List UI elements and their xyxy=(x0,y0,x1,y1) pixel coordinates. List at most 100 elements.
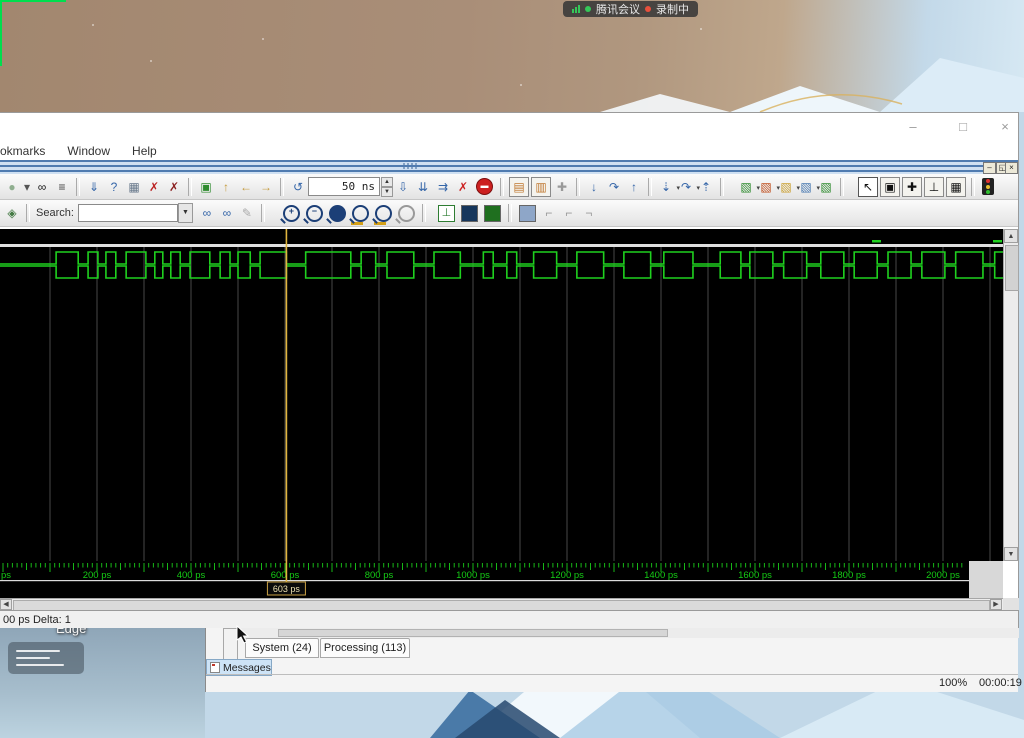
stop-drivers-icon[interactable] xyxy=(982,178,994,195)
menu-bookmarks[interactable]: okmarks xyxy=(0,144,45,158)
transcript-hscrollbar[interactable] xyxy=(240,628,1019,638)
desktop-widget[interactable] xyxy=(8,642,84,674)
delete-icon[interactable]: ✗ xyxy=(164,177,184,197)
expand-window-icon[interactable]: ◈ xyxy=(2,203,22,223)
insert-cursor-icon[interactable]: ⊥ xyxy=(438,205,455,222)
cursor-mode-icon[interactable]: ⊥ xyxy=(924,177,944,197)
step-into-current-icon[interactable]: ⇣▾ xyxy=(656,177,676,197)
maximize-button[interactable]: □ xyxy=(948,118,978,136)
modelsim-main-window-bottom: Message System (24) Processing (113) Mes… xyxy=(205,628,1018,692)
scroll-down-arrow[interactable]: ▼ xyxy=(1004,547,1018,561)
step-over-current-icon[interactable]: ↷▾ xyxy=(676,177,696,197)
break-icon[interactable]: ✗ xyxy=(453,177,473,197)
add-log-icon[interactable]: ▧▾ xyxy=(776,177,796,197)
zoom-cursor-icon[interactable] xyxy=(352,205,369,222)
run-continue-icon[interactable]: ⇊ xyxy=(413,177,433,197)
zoom-full-icon[interactable] xyxy=(329,205,346,222)
menu-window[interactable]: Window xyxy=(67,144,110,158)
step-over-icon[interactable]: ↷ xyxy=(604,177,624,197)
scroll-left-arrow[interactable]: ◀ xyxy=(0,599,12,610)
run-length-field[interactable]: 50 ns xyxy=(308,177,380,196)
next-rising-icon[interactable]: ¬ xyxy=(579,203,599,223)
pane-header-bar[interactable] xyxy=(0,160,1018,175)
timeline-label: 200 ps xyxy=(83,570,112,581)
wave-vertical-scrollbar[interactable]: ▲ ▼ xyxy=(1003,229,1018,561)
scroll-up-arrow[interactable]: ▲ xyxy=(1004,229,1018,243)
compile-icon[interactable]: ? xyxy=(104,177,124,197)
search-down-icon[interactable]: ∞ xyxy=(197,203,217,223)
messages-tab-label: Messages xyxy=(223,662,271,674)
add-schematic-icon[interactable]: ▧ xyxy=(816,177,836,197)
pan-mode-icon[interactable]: ✚ xyxy=(902,177,922,197)
search-up-icon[interactable]: ∞ xyxy=(217,203,237,223)
minimize-button[interactable]: – xyxy=(898,118,928,136)
run-length-spinner[interactable]: ▲▼ xyxy=(381,177,393,197)
history-icon[interactable]: ● xyxy=(2,177,22,197)
search-dropdown[interactable]: ▼ xyxy=(178,203,193,223)
save-icon[interactable]: ⇓ xyxy=(84,177,104,197)
wave-horizontal-scrollbar[interactable]: ◀ ▶ xyxy=(0,598,1003,610)
cut-icon[interactable]: ✗ xyxy=(144,177,164,197)
grid-mode-icon[interactable] xyxy=(519,205,536,222)
toolbar-wave: ◈Search:▼∞∞✎+−⊥⌐⌐¬ xyxy=(0,200,1018,227)
tab-processing[interactable]: Processing (113) xyxy=(320,638,410,658)
back-icon[interactable]: ← xyxy=(236,177,256,197)
prev-transition-icon[interactable]: ⌐ xyxy=(539,203,559,223)
up-context-icon[interactable]: ↑ xyxy=(216,177,236,197)
show-hierarchy-icon[interactable]: ≡ xyxy=(52,177,72,197)
partial-signal-mark xyxy=(872,240,881,243)
signal-bars-icon xyxy=(572,5,580,13)
restart-icon[interactable]: ↺ xyxy=(288,177,308,197)
pane-grip[interactable] xyxy=(402,162,418,171)
find-icon[interactable]: ∞ xyxy=(32,177,52,197)
scroll-right-arrow[interactable]: ▶ xyxy=(990,599,1002,610)
select-mode-icon[interactable]: ↖ xyxy=(858,177,878,197)
meeting-status-pill[interactable]: 腾讯会议 录制中 xyxy=(563,1,698,17)
dropdown-caret-icon[interactable]: ▾ xyxy=(22,177,32,197)
vertical-scroll-thumb[interactable] xyxy=(1005,245,1019,291)
timeline-label: ps xyxy=(1,570,11,581)
toolbar-separator xyxy=(576,178,580,196)
forward-icon[interactable]: → xyxy=(256,177,276,197)
step-into-icon[interactable]: ↓ xyxy=(584,177,604,197)
online-dot-icon xyxy=(585,6,591,12)
run-all-icon[interactable]: ⇉ xyxy=(433,177,453,197)
delete-cursor-icon[interactable] xyxy=(484,205,501,222)
zoom-range-icon[interactable] xyxy=(375,205,392,222)
run-icon[interactable]: ⇩ xyxy=(393,177,413,197)
step-out-icon[interactable]: ↑ xyxy=(624,177,644,197)
title-bar[interactable]: – □ × xyxy=(0,113,1018,141)
memory-icon[interactable]: ▦ xyxy=(124,177,144,197)
search-label: Search: xyxy=(36,207,74,219)
pane-minimize-button[interactable]: – xyxy=(983,162,996,174)
menu-help[interactable]: Help xyxy=(132,144,157,158)
zoom-mode-icon[interactable]: ▣ xyxy=(880,177,900,197)
messages-page-icon xyxy=(210,662,220,673)
pane-close-button[interactable]: × xyxy=(1005,162,1018,174)
zoom-sel-icon[interactable] xyxy=(398,205,415,222)
bottom-status-bar: 100% 00:00:19 xyxy=(206,674,1018,692)
objects-icon[interactable]: ▥ xyxy=(531,177,551,197)
next-falling-icon[interactable]: ⌐ xyxy=(559,203,579,223)
elapsed-time: 00:00:19 xyxy=(979,677,1022,689)
zoom-out-icon[interactable]: − xyxy=(306,205,323,222)
copy-env-icon[interactable]: ▣ xyxy=(196,177,216,197)
partial-signal-mark xyxy=(993,240,1002,243)
stop-icon[interactable]: ▬ xyxy=(476,178,493,195)
tab-system[interactable]: System (24) xyxy=(245,638,319,658)
add-wave-icon[interactable]: ▧▾ xyxy=(736,177,756,197)
transcript-scroll-thumb[interactable] xyxy=(278,629,668,637)
lock-cursor-icon[interactable] xyxy=(461,205,478,222)
edit-mode-icon[interactable]: ▦ xyxy=(946,177,966,197)
add-list-icon[interactable]: ▧▾ xyxy=(756,177,776,197)
search-input[interactable] xyxy=(78,204,178,222)
sources-icon[interactable]: ▤ xyxy=(509,177,529,197)
step-out-current-icon[interactable]: ⇡ xyxy=(696,177,716,197)
close-button[interactable]: × xyxy=(990,118,1020,136)
hand-mode-icon[interactable]: ✚ xyxy=(552,177,572,197)
search-options-icon[interactable]: ✎ xyxy=(237,203,257,223)
waveform-canvas[interactable]: ps200 ps400 ps600 ps800 ps1000 ps1200 ps… xyxy=(0,229,1003,598)
add-dataflow-icon[interactable]: ▧▾ xyxy=(796,177,816,197)
timeline-label: 800 ps xyxy=(365,570,394,581)
zoom-in-icon[interactable]: + xyxy=(283,205,300,222)
